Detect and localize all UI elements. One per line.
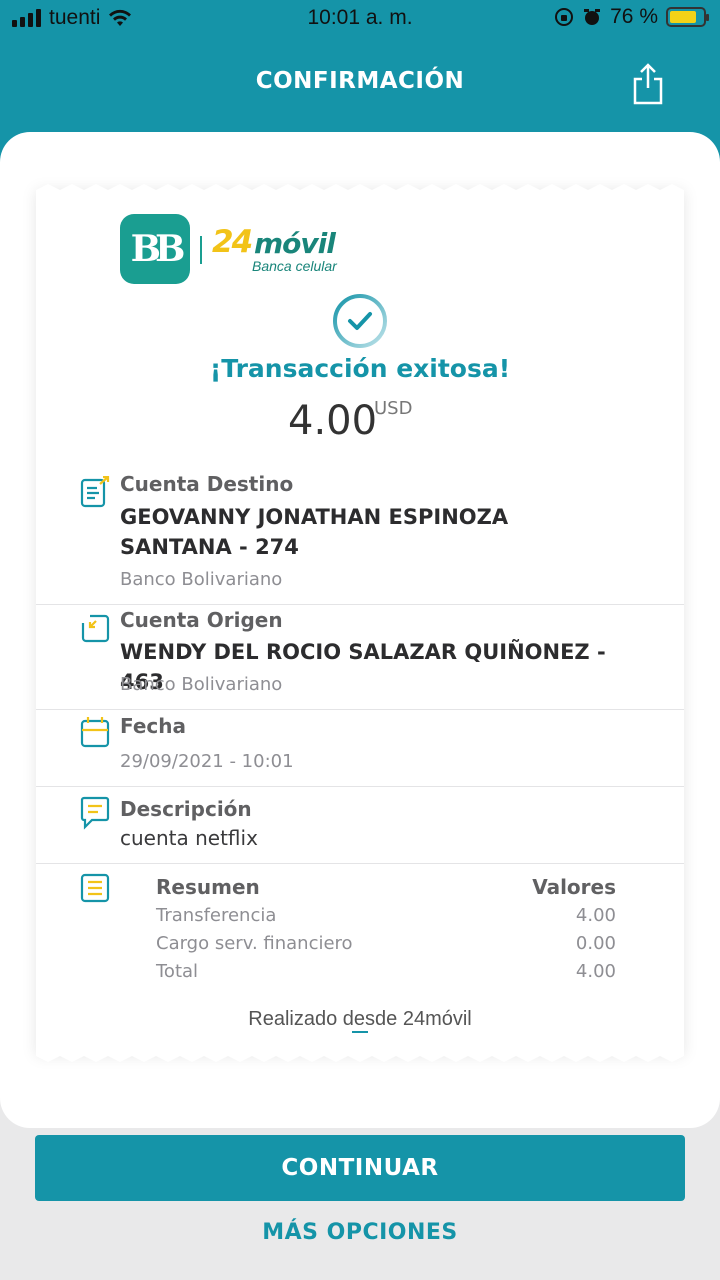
receipt-top-edge <box>36 184 684 196</box>
account-destination-icon <box>80 476 110 508</box>
status-bar: tuenti 10:01 a. m. 76 % <box>0 0 720 38</box>
bank-logo: BB 24 móvil Banca celular <box>120 214 360 288</box>
origin-bank: Banco Bolivariano <box>120 674 283 695</box>
success-message: ¡Transacción exitosa! <box>209 354 511 383</box>
footer-underline <box>352 1031 368 1033</box>
summary-row-value: 0.00 <box>575 933 616 954</box>
logo-separator <box>200 236 202 264</box>
summary-row-value: 4.00 <box>575 905 616 926</box>
destination-name: GEOVANNY JONATHAN ESPINOZA SANTANA - 274 <box>120 505 509 559</box>
divider <box>36 604 684 605</box>
date-value: 29/09/2021 - 10:01 <box>120 751 294 772</box>
origin-note: Realizado desde 24móvil <box>248 1008 472 1030</box>
currency-code: USD <box>374 398 413 419</box>
summary-row-name: Cargo serv. financiero <box>156 933 353 954</box>
divider <box>36 786 684 787</box>
bank-mark: BB <box>120 214 190 284</box>
check-circle-icon <box>333 294 387 348</box>
description-value: cuenta netflix <box>120 826 258 850</box>
share-icon[interactable] <box>630 62 666 106</box>
date-label: Fecha <box>120 714 187 738</box>
battery-icon <box>666 7 709 27</box>
more-options-button[interactable]: MÁS OPCIONES <box>0 1220 720 1245</box>
amount-value: 4.00 <box>288 398 378 444</box>
chat-icon <box>80 796 110 830</box>
page-title: CONFIRMACIÓN <box>255 68 465 94</box>
account-origin-icon <box>81 614 110 643</box>
alarm-icon <box>584 9 601 25</box>
battery-percent: 76 % <box>610 5 658 28</box>
summary-row-name: Total <box>156 961 199 982</box>
summary-row: Cargo serv. financiero 0.00 <box>156 933 616 954</box>
divider <box>36 863 684 864</box>
list-icon <box>80 873 110 903</box>
summary-row-name: Transferencia <box>156 905 277 926</box>
destination-bank: Banco Bolivariano <box>120 569 283 590</box>
summary-header: Resumen Valores <box>156 875 616 899</box>
description-label: Descripción <box>120 797 252 821</box>
receipt-bottom-edge <box>36 1050 684 1062</box>
summary-row-value: 4.00 <box>575 961 616 982</box>
summary-label: Resumen <box>156 875 260 899</box>
values-label: Valores <box>532 875 616 899</box>
summary-row: Total 4.00 <box>156 961 616 982</box>
origin-label: Cuenta Origen <box>120 608 283 632</box>
orientation-lock-icon <box>555 8 574 26</box>
destination-label: Cuenta Destino <box>120 472 294 496</box>
logo-tagline: Banca celular <box>252 258 337 274</box>
calendar-icon <box>80 717 110 748</box>
logo-number: 24 <box>212 224 253 260</box>
divider <box>36 709 684 710</box>
continue-button[interactable]: CONTINUAR <box>35 1135 685 1201</box>
summary-row: Transferencia 4.00 <box>156 905 616 926</box>
logo-word: móvil <box>254 227 336 260</box>
